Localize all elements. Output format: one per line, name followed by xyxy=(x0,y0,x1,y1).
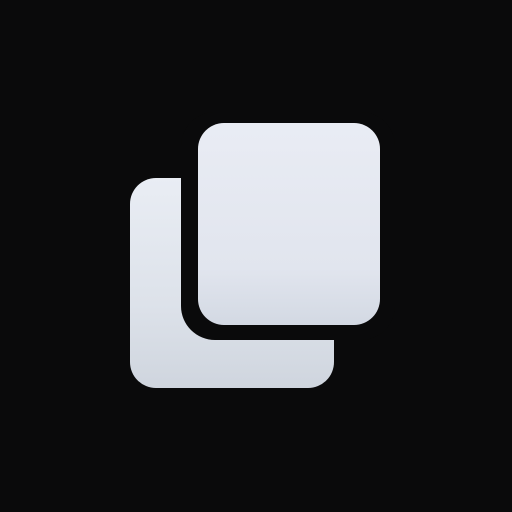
app-canvas xyxy=(0,0,512,512)
copy-icon-front-square xyxy=(198,123,380,325)
copy-icon xyxy=(0,0,512,512)
copy-icon-svg xyxy=(130,112,395,388)
